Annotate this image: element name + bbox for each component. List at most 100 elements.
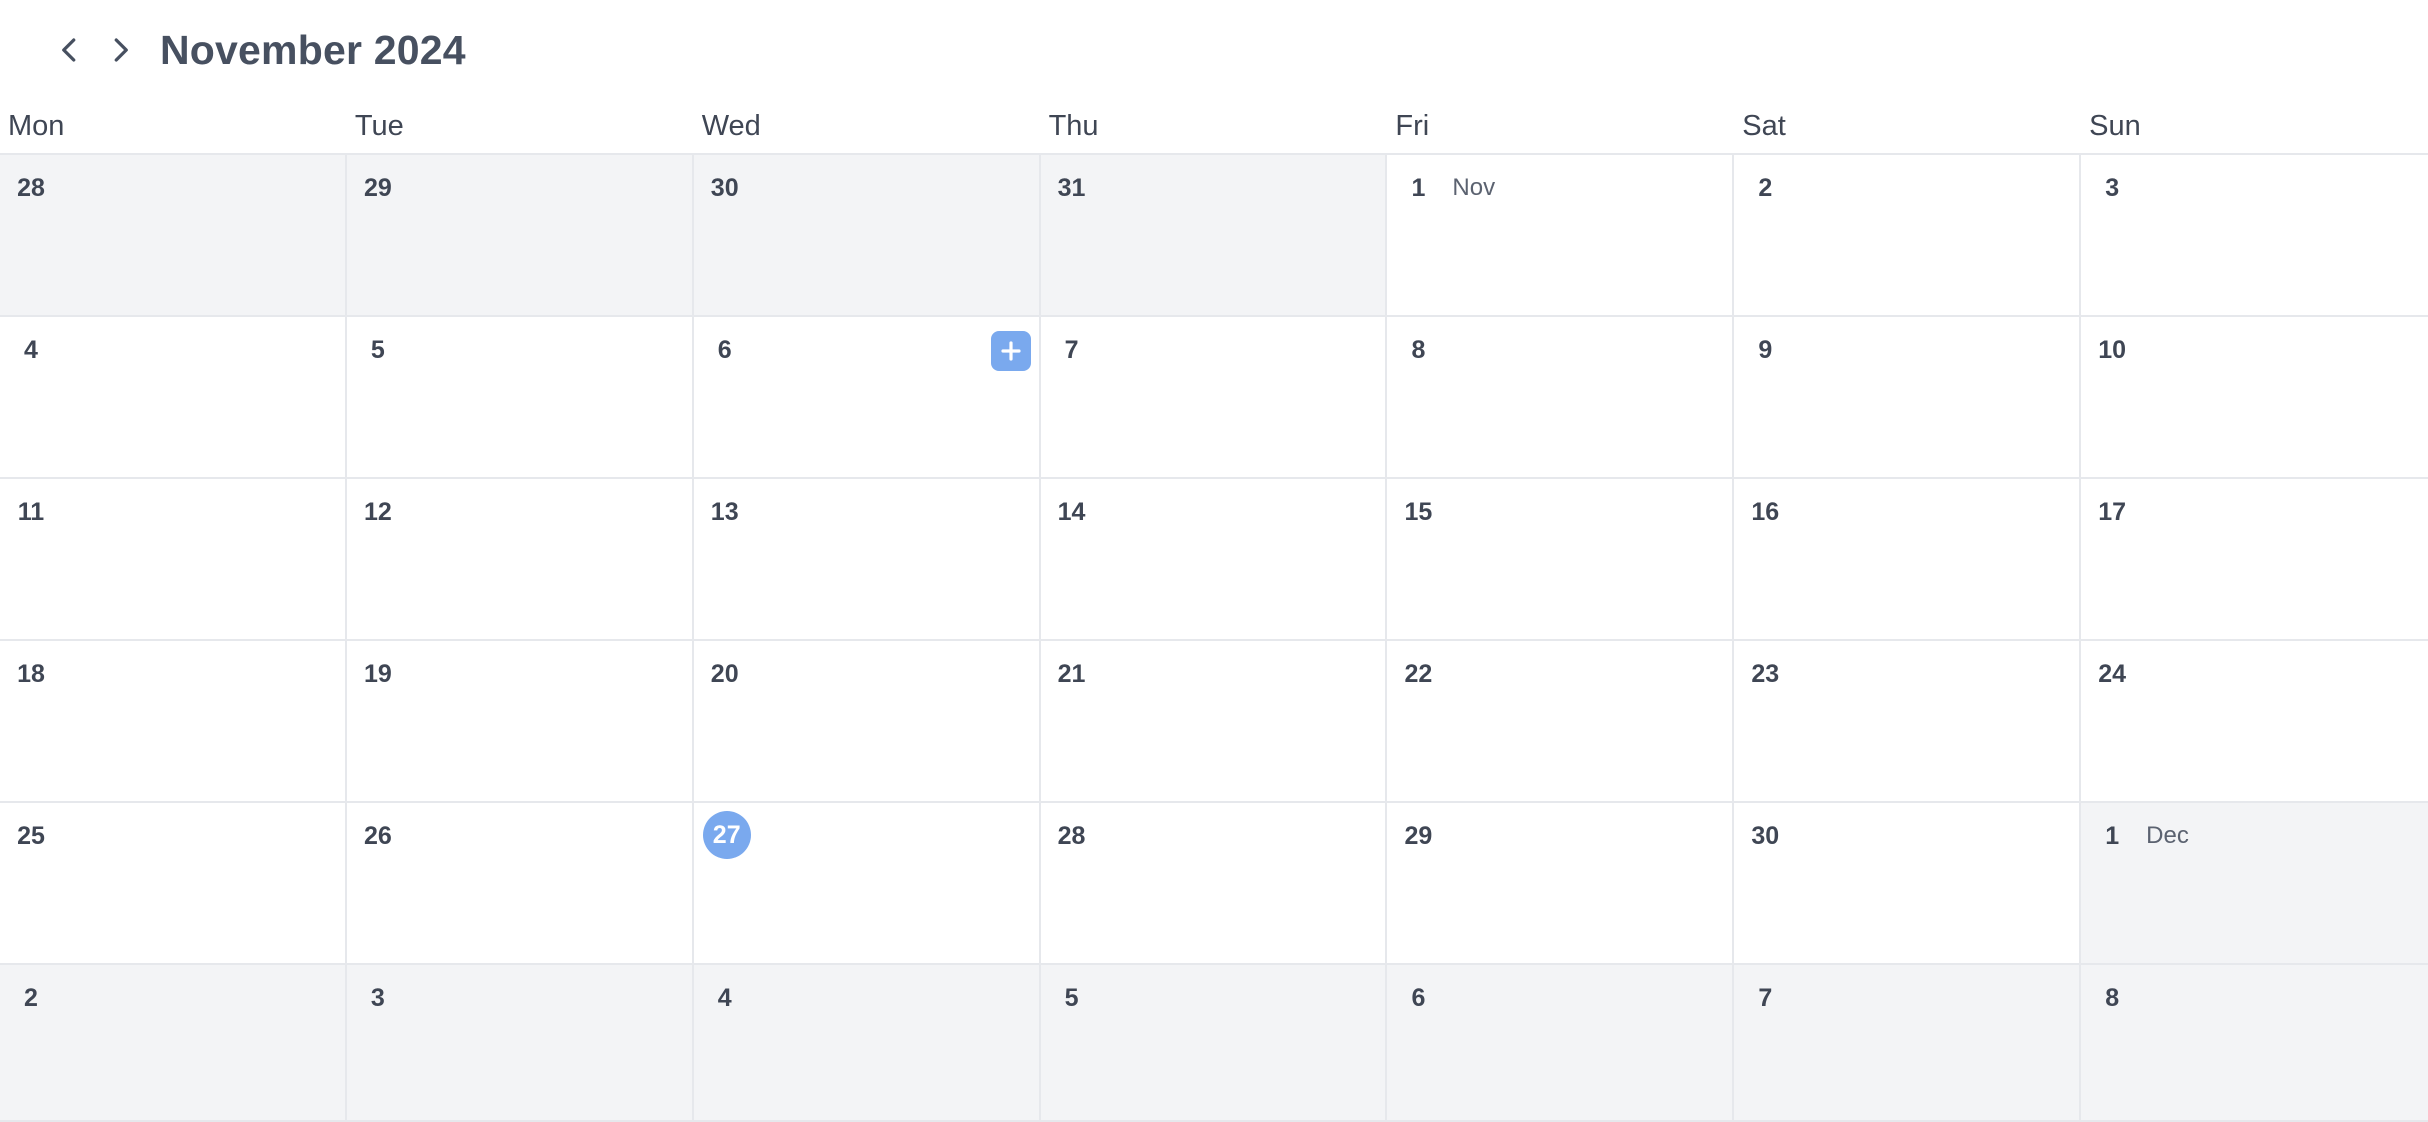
day-cell[interactable]: 15 bbox=[1387, 479, 1735, 641]
day-number: 12 bbox=[363, 498, 392, 526]
day-cell[interactable]: 5 bbox=[1040, 965, 1388, 1122]
chevron-right-icon bbox=[114, 38, 128, 62]
day-cell[interactable]: 31 bbox=[1040, 155, 1388, 317]
day-cell[interactable]: 8 bbox=[1387, 317, 1735, 479]
day-cell[interactable]: 8 bbox=[2081, 965, 2428, 1122]
day-number: 11 bbox=[17, 498, 45, 526]
day-cell[interactable]: 9 bbox=[1734, 317, 2082, 479]
day-cell[interactable]: 4 bbox=[0, 317, 347, 479]
day-cell[interactable]: 12 bbox=[346, 479, 694, 641]
weekday-tue: Tue bbox=[354, 110, 404, 142]
day-number: 21 bbox=[1057, 660, 1086, 688]
month-label: Dec bbox=[2146, 822, 2189, 849]
day-number: 14 bbox=[1057, 498, 1086, 526]
weekday-sun: Sun bbox=[2089, 110, 2141, 142]
previous-month-button[interactable] bbox=[44, 24, 96, 76]
day-number: 4 bbox=[717, 984, 732, 1012]
day-number: 28 bbox=[1057, 822, 1086, 850]
day-cell[interactable]: 1 Dec bbox=[2081, 803, 2428, 965]
day-cell[interactable]: 27 bbox=[693, 803, 1041, 965]
day-number: 15 bbox=[1404, 498, 1433, 526]
weekday-thu: Thu bbox=[1048, 110, 1099, 142]
day-cell[interactable]: 30 bbox=[1734, 803, 2082, 965]
day-cell[interactable]: 2 bbox=[1734, 155, 2082, 317]
day-cell[interactable]: 7 bbox=[1040, 317, 1388, 479]
day-number: 22 bbox=[1404, 660, 1433, 688]
day-number: 24 bbox=[2098, 660, 2127, 688]
day-cell[interactable]: 18 bbox=[0, 641, 347, 803]
calendar-header: November 2024 bbox=[0, 0, 2428, 102]
day-number: 17 bbox=[2098, 498, 2127, 526]
day-number: 25 bbox=[17, 822, 45, 850]
day-cell[interactable]: 13 bbox=[693, 479, 1041, 641]
day-cell[interactable]: 24 bbox=[2081, 641, 2428, 803]
day-number: 30 bbox=[1751, 822, 1780, 850]
day-cell[interactable]: 1 Nov bbox=[1387, 155, 1735, 317]
weekday-wed: Wed bbox=[701, 110, 761, 142]
day-number: 7 bbox=[1758, 984, 1773, 1012]
day-number: 26 bbox=[363, 822, 392, 850]
day-cell[interactable]: 10 bbox=[2081, 317, 2428, 479]
day-number: 5 bbox=[1064, 984, 1079, 1012]
day-cell[interactable]: 2 bbox=[0, 965, 347, 1122]
day-cell[interactable]: 6 bbox=[1387, 965, 1735, 1122]
plus-icon bbox=[1000, 341, 1021, 361]
day-cell[interactable]: 20 bbox=[693, 641, 1041, 803]
day-number: 1 bbox=[1411, 174, 1426, 202]
day-number: 1 bbox=[2105, 822, 2120, 850]
day-cell[interactable]: 7 bbox=[1734, 965, 2082, 1122]
day-number: 5 bbox=[370, 336, 385, 364]
day-cell[interactable]: 26 bbox=[346, 803, 694, 965]
day-cell[interactable]: 22 bbox=[1387, 641, 1735, 803]
day-cell[interactable]: 23 bbox=[1734, 641, 2082, 803]
month-grid: 28 29 30 31 1 Nov 2 3 4 5 6 7 8 9 10 11 12 13 14 15 16 17 18 19… bbox=[0, 155, 2428, 1122]
day-number: 19 bbox=[363, 660, 392, 688]
month-label: Nov bbox=[1452, 174, 1496, 201]
day-number: 9 bbox=[1758, 336, 1773, 364]
day-number: 8 bbox=[2105, 984, 2120, 1012]
day-cell[interactable]: 16 bbox=[1734, 479, 2082, 641]
day-cell[interactable]: 25 bbox=[0, 803, 347, 965]
day-cell[interactable]: 17 bbox=[2081, 479, 2428, 641]
chevron-left-icon bbox=[62, 38, 76, 62]
day-cell[interactable]: 21 bbox=[1040, 641, 1388, 803]
day-cell[interactable]: 19 bbox=[346, 641, 694, 803]
day-number: 23 bbox=[1751, 660, 1780, 688]
day-number: 13 bbox=[710, 498, 739, 526]
day-number: 31 bbox=[1057, 174, 1086, 202]
day-cell[interactable]: 29 bbox=[346, 155, 694, 317]
day-cell[interactable]: 6 bbox=[693, 317, 1041, 479]
day-number: 3 bbox=[2105, 174, 2120, 202]
day-number: 29 bbox=[363, 174, 392, 202]
day-number: 18 bbox=[17, 660, 45, 688]
day-number: 4 bbox=[24, 336, 38, 364]
day-cell[interactable]: 4 bbox=[693, 965, 1041, 1122]
day-cell[interactable]: 14 bbox=[1040, 479, 1388, 641]
weekday-sat: Sat bbox=[1742, 110, 1786, 142]
day-number: 3 bbox=[370, 984, 385, 1012]
day-cell[interactable]: 28 bbox=[0, 155, 347, 317]
day-cell[interactable]: 5 bbox=[346, 317, 694, 479]
weekday-mon: Mon bbox=[8, 110, 65, 142]
add-event-button[interactable] bbox=[990, 331, 1031, 371]
day-cell[interactable]: 29 bbox=[1387, 803, 1735, 965]
day-cell[interactable]: 3 bbox=[346, 965, 694, 1122]
weekday-header-row: Mon Tue Wed Thu Fri Sat Sun bbox=[0, 102, 2428, 155]
day-cell[interactable]: 11 bbox=[0, 479, 347, 641]
day-number: 6 bbox=[717, 336, 732, 364]
day-cell[interactable]: 28 bbox=[1040, 803, 1388, 965]
day-number: 2 bbox=[1758, 174, 1773, 202]
day-number: 8 bbox=[1411, 336, 1426, 364]
day-cell[interactable]: 3 bbox=[2081, 155, 2428, 317]
next-month-button[interactable] bbox=[94, 24, 146, 76]
day-number: 6 bbox=[1411, 984, 1426, 1012]
day-cell[interactable]: 30 bbox=[693, 155, 1041, 317]
day-number: 2 bbox=[24, 984, 38, 1012]
month-title: November 2024 bbox=[160, 27, 466, 73]
today-day-number: 27 bbox=[702, 811, 751, 859]
day-number: 29 bbox=[1404, 822, 1433, 850]
day-number: 16 bbox=[1751, 498, 1780, 526]
day-number: 7 bbox=[1064, 336, 1079, 364]
day-number: 30 bbox=[710, 174, 739, 202]
day-number: 28 bbox=[17, 174, 45, 202]
